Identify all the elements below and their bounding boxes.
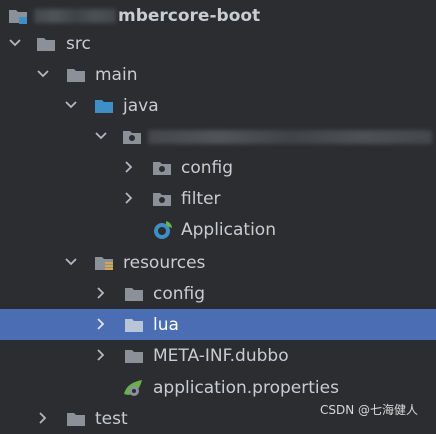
- module-folder-icon: [8, 7, 28, 25]
- test-label: test: [95, 408, 128, 429]
- config-package-label: config: [181, 157, 234, 178]
- chevron-right-icon[interactable]: [122, 160, 136, 174]
- application-properties-label: application.properties: [153, 377, 339, 398]
- tree-row-filter-package[interactable]: filter: [0, 183, 436, 214]
- tree-row-meta-inf[interactable]: META-INF.dubbo: [0, 340, 436, 371]
- java-label: java: [123, 95, 159, 116]
- tree-row-root[interactable]: mbercore-boot: [0, 0, 436, 31]
- folder-icon: [66, 410, 86, 428]
- chevron-right-icon[interactable]: [94, 286, 108, 300]
- meta-inf-label: META-INF.dubbo: [153, 345, 289, 366]
- chevron-right-icon[interactable]: [36, 411, 50, 425]
- chevron-right-icon[interactable]: [94, 317, 108, 331]
- chevron-down-icon[interactable]: [94, 129, 108, 143]
- tree-row-config-resources[interactable]: config: [0, 278, 436, 309]
- package-icon: [122, 128, 142, 146]
- chevron-down-icon[interactable]: [8, 36, 22, 50]
- folder-icon: [124, 316, 144, 334]
- tree-row-java[interactable]: java: [0, 90, 436, 121]
- folder-icon: [124, 347, 144, 365]
- chevron-down-icon[interactable]: [36, 67, 50, 81]
- folder-icon: [36, 35, 56, 53]
- tree-row-lua[interactable]: lua: [0, 309, 436, 340]
- filter-package-label: filter: [181, 188, 221, 209]
- project-tree: mbercore-boot src main java config filte…: [0, 0, 436, 429]
- src-label: src: [66, 33, 91, 54]
- watermark: CSDN @七海健人: [319, 403, 418, 417]
- redacted-package-name: [148, 129, 432, 144]
- source-folder-icon: [94, 97, 114, 115]
- tree-row-src[interactable]: src: [0, 28, 436, 59]
- chevron-right-icon[interactable]: [94, 348, 108, 362]
- root-label: mbercore-boot: [118, 5, 261, 26]
- redacted-text: [34, 8, 116, 23]
- tree-row-resources[interactable]: resources: [0, 247, 436, 278]
- spring-class-icon: [152, 219, 174, 241]
- tree-row-application[interactable]: Application: [0, 214, 436, 245]
- folder-icon: [66, 66, 86, 84]
- lua-label: lua: [153, 314, 179, 335]
- tree-row-main[interactable]: main: [0, 59, 436, 90]
- resources-folder-icon: [94, 254, 114, 272]
- resources-label: resources: [123, 252, 206, 273]
- chevron-down-icon[interactable]: [64, 255, 78, 269]
- tree-row-application-properties[interactable]: application.properties: [0, 372, 436, 403]
- tree-row-config-package[interactable]: config: [0, 152, 436, 183]
- package-icon: [152, 159, 172, 177]
- main-label: main: [95, 64, 138, 85]
- spring-properties-icon: [122, 378, 144, 398]
- chevron-right-icon[interactable]: [122, 191, 136, 205]
- tree-row-package[interactable]: [0, 121, 436, 152]
- folder-icon: [124, 285, 144, 303]
- config-resources-label: config: [153, 283, 206, 304]
- application-label: Application: [181, 219, 276, 240]
- package-icon: [152, 190, 172, 208]
- chevron-down-icon[interactable]: [64, 98, 78, 112]
